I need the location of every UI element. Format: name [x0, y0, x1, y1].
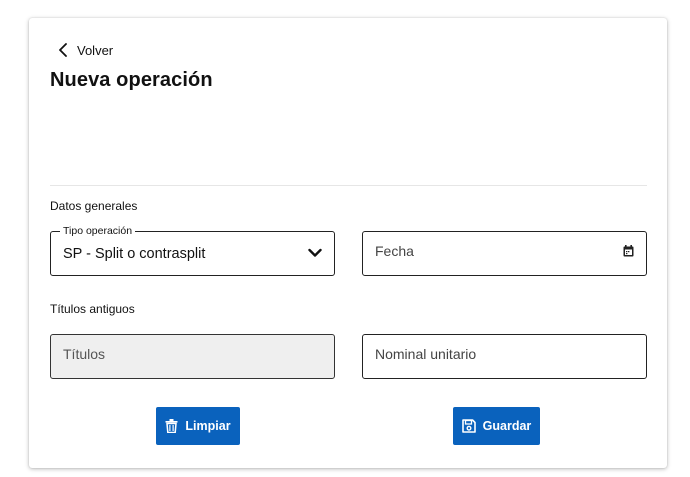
unit-nominal-placeholder: Nominal unitario	[375, 346, 477, 362]
date-field[interactable]: Fecha	[362, 231, 647, 276]
titles-input[interactable]: Títulos	[50, 334, 335, 379]
section-label-general: Datos generales	[50, 199, 138, 213]
date-placeholder: Fecha	[375, 243, 414, 259]
divider	[50, 185, 647, 186]
titles-placeholder: Títulos	[63, 346, 106, 362]
clear-button-label: Limpiar	[185, 419, 231, 433]
save-button[interactable]: Guardar	[453, 407, 540, 445]
operation-type-select[interactable]: Tipo operación SP - Split o contrasplit	[50, 224, 335, 276]
operation-type-value: SP - Split o contrasplit	[63, 245, 206, 262]
back-link[interactable]: Volver	[58, 41, 113, 59]
page-title: Nueva operación	[50, 69, 213, 91]
chevron-down-icon	[308, 245, 322, 263]
floppy-disk-icon	[461, 419, 476, 433]
chevron-left-icon	[58, 43, 68, 57]
trash-icon	[165, 419, 178, 433]
clear-button[interactable]: Limpiar	[156, 407, 240, 445]
back-label: Volver	[77, 42, 114, 58]
unit-nominal-input[interactable]: Nominal unitario	[362, 334, 647, 379]
calendar-icon[interactable]	[623, 244, 634, 262]
section-label-old-titles: Títulos antiguos	[50, 302, 135, 316]
save-button-label: Guardar	[482, 419, 532, 433]
operation-type-legend: Tipo operación	[60, 224, 136, 238]
